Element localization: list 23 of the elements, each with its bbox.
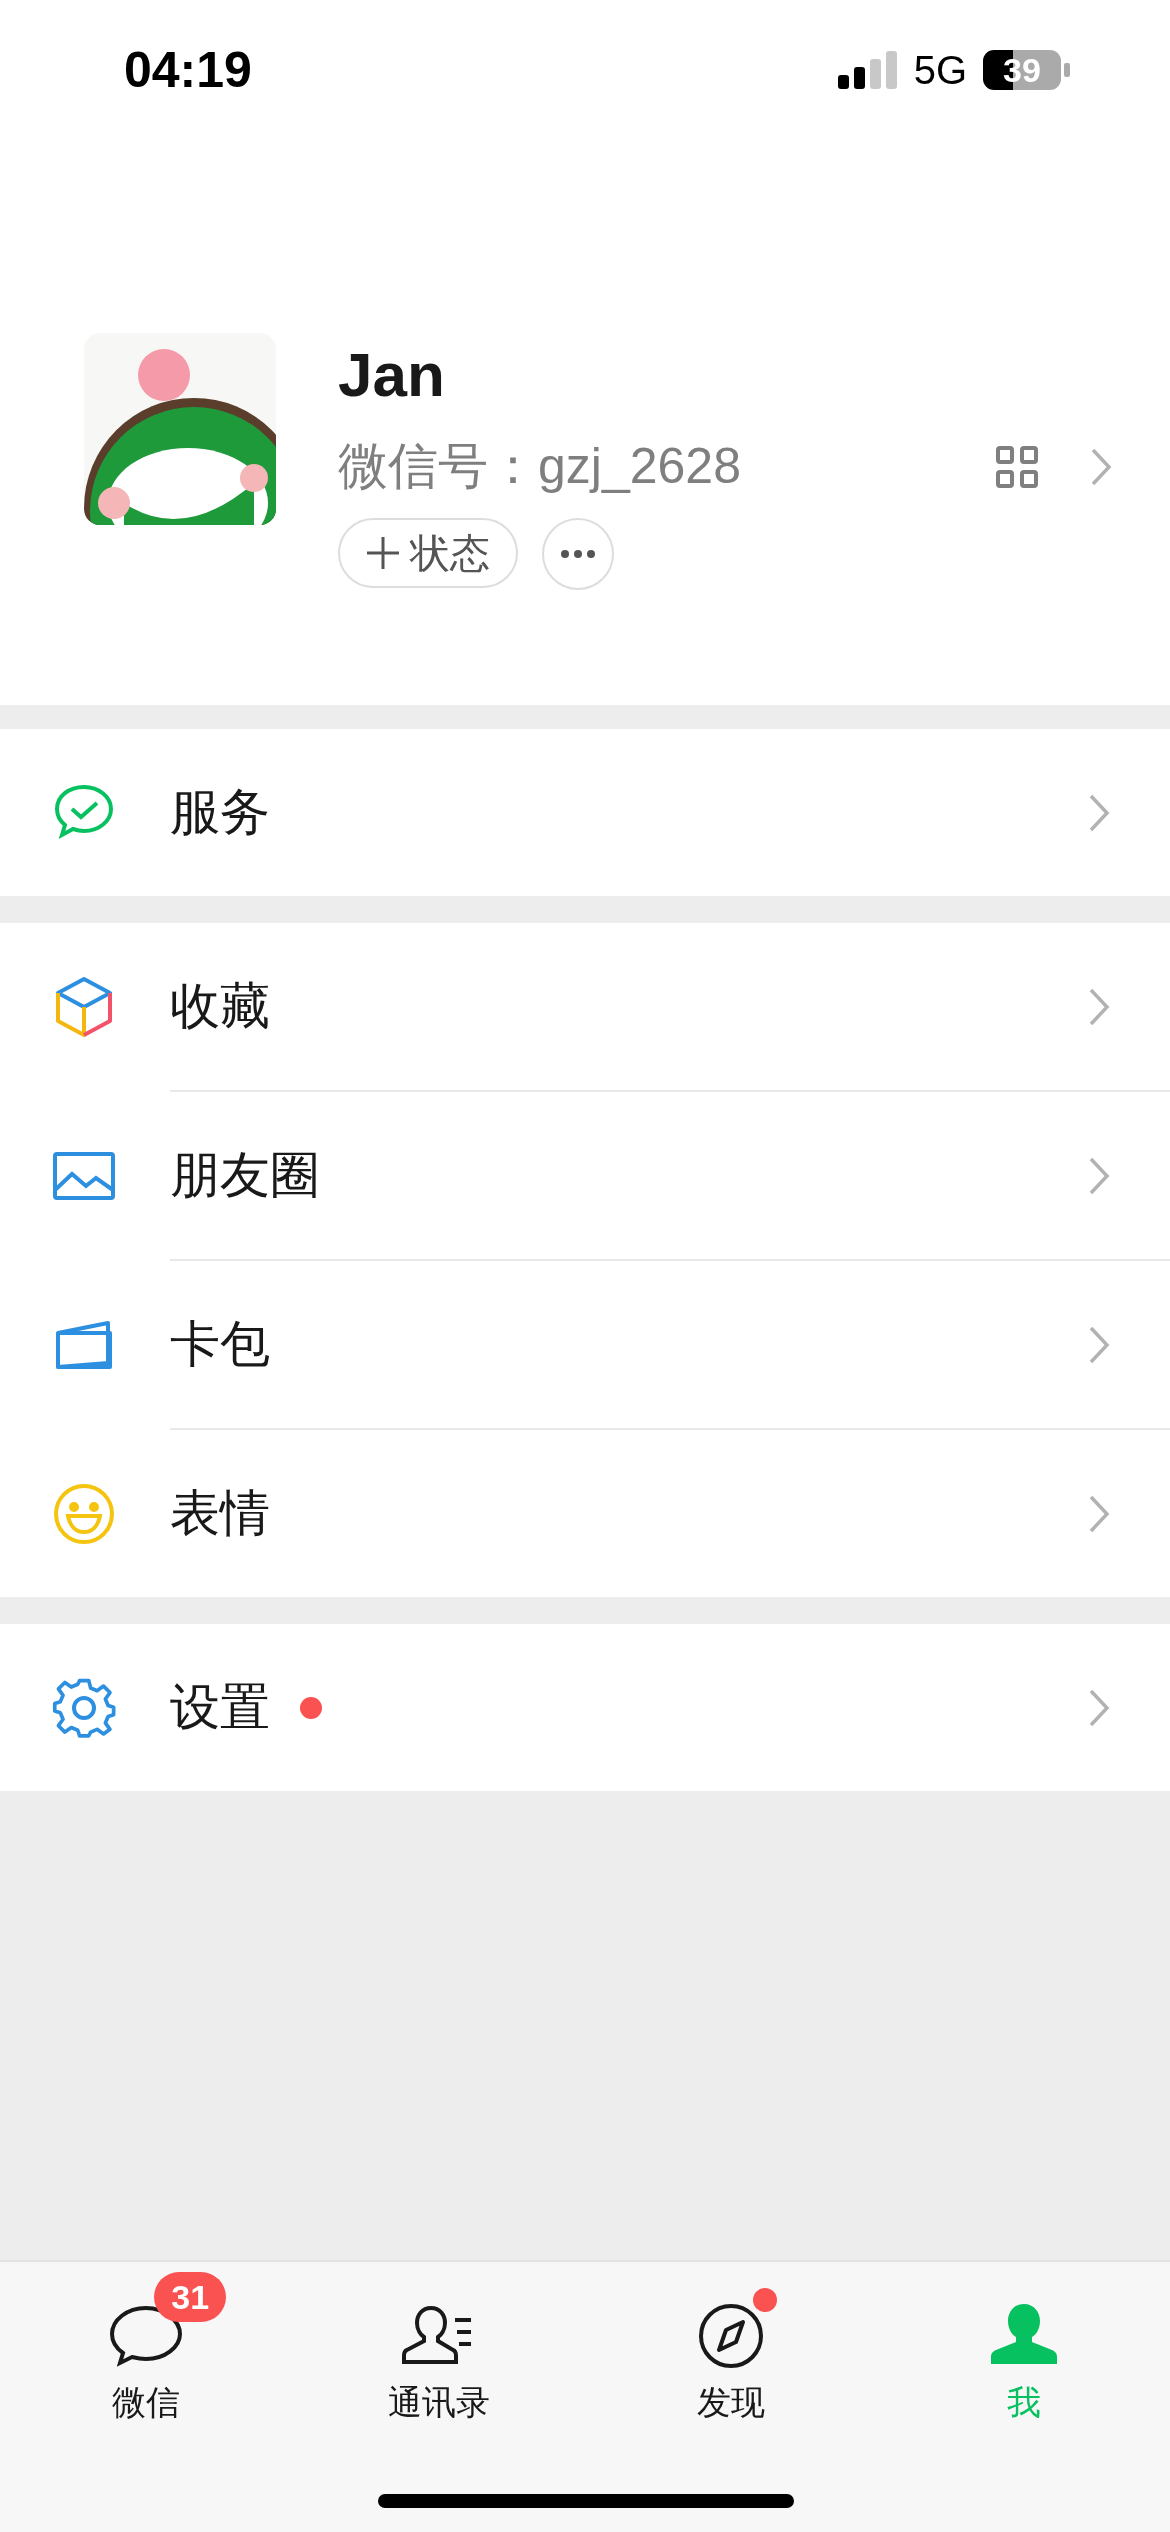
chevron-icon — [1088, 1155, 1110, 1196]
chevron-icon — [1088, 792, 1110, 833]
tab[interactable]: 发现 — [585, 2262, 878, 2432]
add-status-button[interactable]: 状态 — [338, 518, 518, 588]
smiley-icon — [52, 1481, 116, 1546]
battery-tip-icon — [1064, 63, 1070, 77]
chevron-icon — [1088, 1324, 1110, 1365]
unread-badge: 31 — [154, 2272, 227, 2322]
signal-icon — [837, 51, 898, 89]
wechat-id[interactable]: 微信号：gzj_2628 — [338, 433, 996, 500]
more-button[interactable] — [542, 518, 614, 590]
chevron-icon — [1088, 1687, 1110, 1728]
chevron-icon — [1088, 986, 1110, 1027]
tab[interactable]: 31 微信 — [0, 2262, 293, 2432]
more-icon — [561, 550, 595, 558]
chevron-icon — [1090, 446, 1112, 487]
chevron-icon — [1088, 1493, 1110, 1534]
plus-icon — [366, 536, 400, 570]
profile-name: Jan — [338, 339, 446, 411]
network-label: 5G — [913, 47, 967, 93]
qr-code-icon[interactable] — [996, 445, 1038, 488]
tab[interactable]: 通讯录 — [292, 2262, 585, 2432]
clock-time: 04:19 — [124, 41, 252, 99]
